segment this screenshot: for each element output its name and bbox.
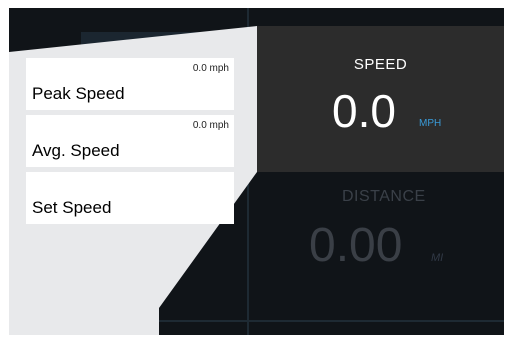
speed-value: 0.0 <box>332 85 396 137</box>
avg-speed-label: Avg. Speed <box>32 141 120 160</box>
peak-speed-value: 0.0 mph <box>192 63 229 74</box>
set-speed-row[interactable]: Set Speed <box>26 172 234 224</box>
speed-unit: MPH <box>419 118 442 129</box>
treadmill-display: DISTANCE 0.00 MI SPEED 0.0 MPH 0.0 mph P… <box>9 8 504 335</box>
set-speed-label: Set Speed <box>32 198 112 217</box>
avg-speed-value: 0.0 mph <box>192 120 229 131</box>
speed-card[interactable]: SPEED 0.0 MPH <box>257 26 504 172</box>
avg-speed-row[interactable]: 0.0 mph Avg. Speed <box>26 115 234 167</box>
peak-speed-row[interactable]: 0.0 mph Peak Speed <box>26 58 234 110</box>
peak-speed-label: Peak Speed <box>32 84 125 103</box>
speed-title: SPEED <box>353 56 408 73</box>
